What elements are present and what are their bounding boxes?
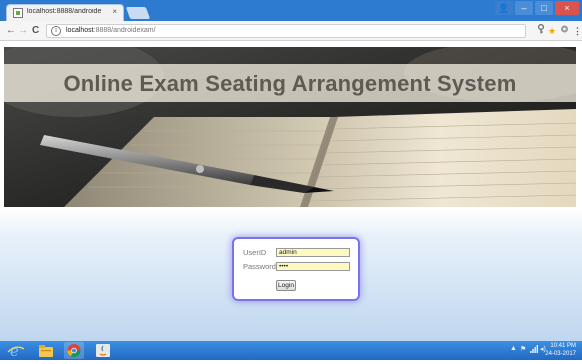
network-icon[interactable] xyxy=(530,345,538,357)
internet-explorer-icon[interactable]: e xyxy=(6,342,26,360)
info-icon[interactable]: i xyxy=(51,26,61,36)
userid-input[interactable]: admin xyxy=(276,248,350,257)
url-text: localhost:8888/androidexam/ xyxy=(66,27,156,34)
svg-text:e: e xyxy=(10,342,19,359)
chrome-menu-icon[interactable]: ⋮ xyxy=(573,24,582,38)
browser-tab[interactable]: localhost:8888/androide × xyxy=(6,4,124,21)
window-controls: 👤 – □ × xyxy=(495,1,579,18)
minimize-button[interactable]: – xyxy=(515,1,533,15)
page-favicon-icon xyxy=(13,8,23,18)
clock-time: 10:41 PM xyxy=(550,343,576,349)
profile-icon[interactable]: 👤 xyxy=(495,1,513,15)
show-hidden-icons-icon[interactable]: ▲ xyxy=(510,345,517,357)
extension-icon[interactable] xyxy=(560,24,569,38)
tab-close-icon[interactable]: × xyxy=(112,7,117,17)
header-banner: Online Exam Seating Arrangement System xyxy=(4,47,576,207)
tab-title: localhost:8888/androide xyxy=(27,8,102,15)
windows-taskbar: e ▲ ⚑ ◂) 10:41 PM 24-03-2017 xyxy=(0,341,582,360)
bookmark-star-icon[interactable]: ★ xyxy=(548,24,556,38)
password-input[interactable]: •••• xyxy=(276,262,350,271)
address-bar[interactable]: i localhost:8888/androidexam/ xyxy=(46,24,526,38)
chrome-icon[interactable] xyxy=(64,342,84,359)
system-clock[interactable]: 10:41 PM 24-03-2017 xyxy=(545,342,576,358)
browser-title-bar: localhost:8888/androide × 👤 – □ × xyxy=(0,0,582,21)
page-title: Online Exam Seating Arrangement System xyxy=(63,71,517,96)
file-explorer-icon[interactable] xyxy=(36,342,56,359)
login-button[interactable]: Login xyxy=(276,280,296,291)
userid-label: UserID xyxy=(243,248,267,257)
java-icon[interactable] xyxy=(93,342,113,359)
key-icon[interactable] xyxy=(537,23,545,38)
forward-arrow-icon[interactable]: → xyxy=(18,24,28,38)
flag-icon[interactable]: ⚑ xyxy=(520,345,526,357)
clock-date: 24-03-2017 xyxy=(545,351,576,357)
reload-icon[interactable]: C xyxy=(32,24,39,38)
new-tab-button[interactable] xyxy=(125,7,151,19)
password-label: Password xyxy=(243,262,276,271)
maximize-button[interactable]: □ xyxy=(535,1,553,15)
close-button[interactable]: × xyxy=(555,1,579,15)
login-form: UserID admin Password •••• Login xyxy=(232,237,360,301)
page-content: Online Exam Seating Arrangement System U… xyxy=(0,41,582,341)
back-arrow-icon[interactable]: ← xyxy=(6,24,16,38)
browser-toolbar: ← → C i localhost:8888/androidexam/ ★ ⋮ xyxy=(0,21,582,41)
